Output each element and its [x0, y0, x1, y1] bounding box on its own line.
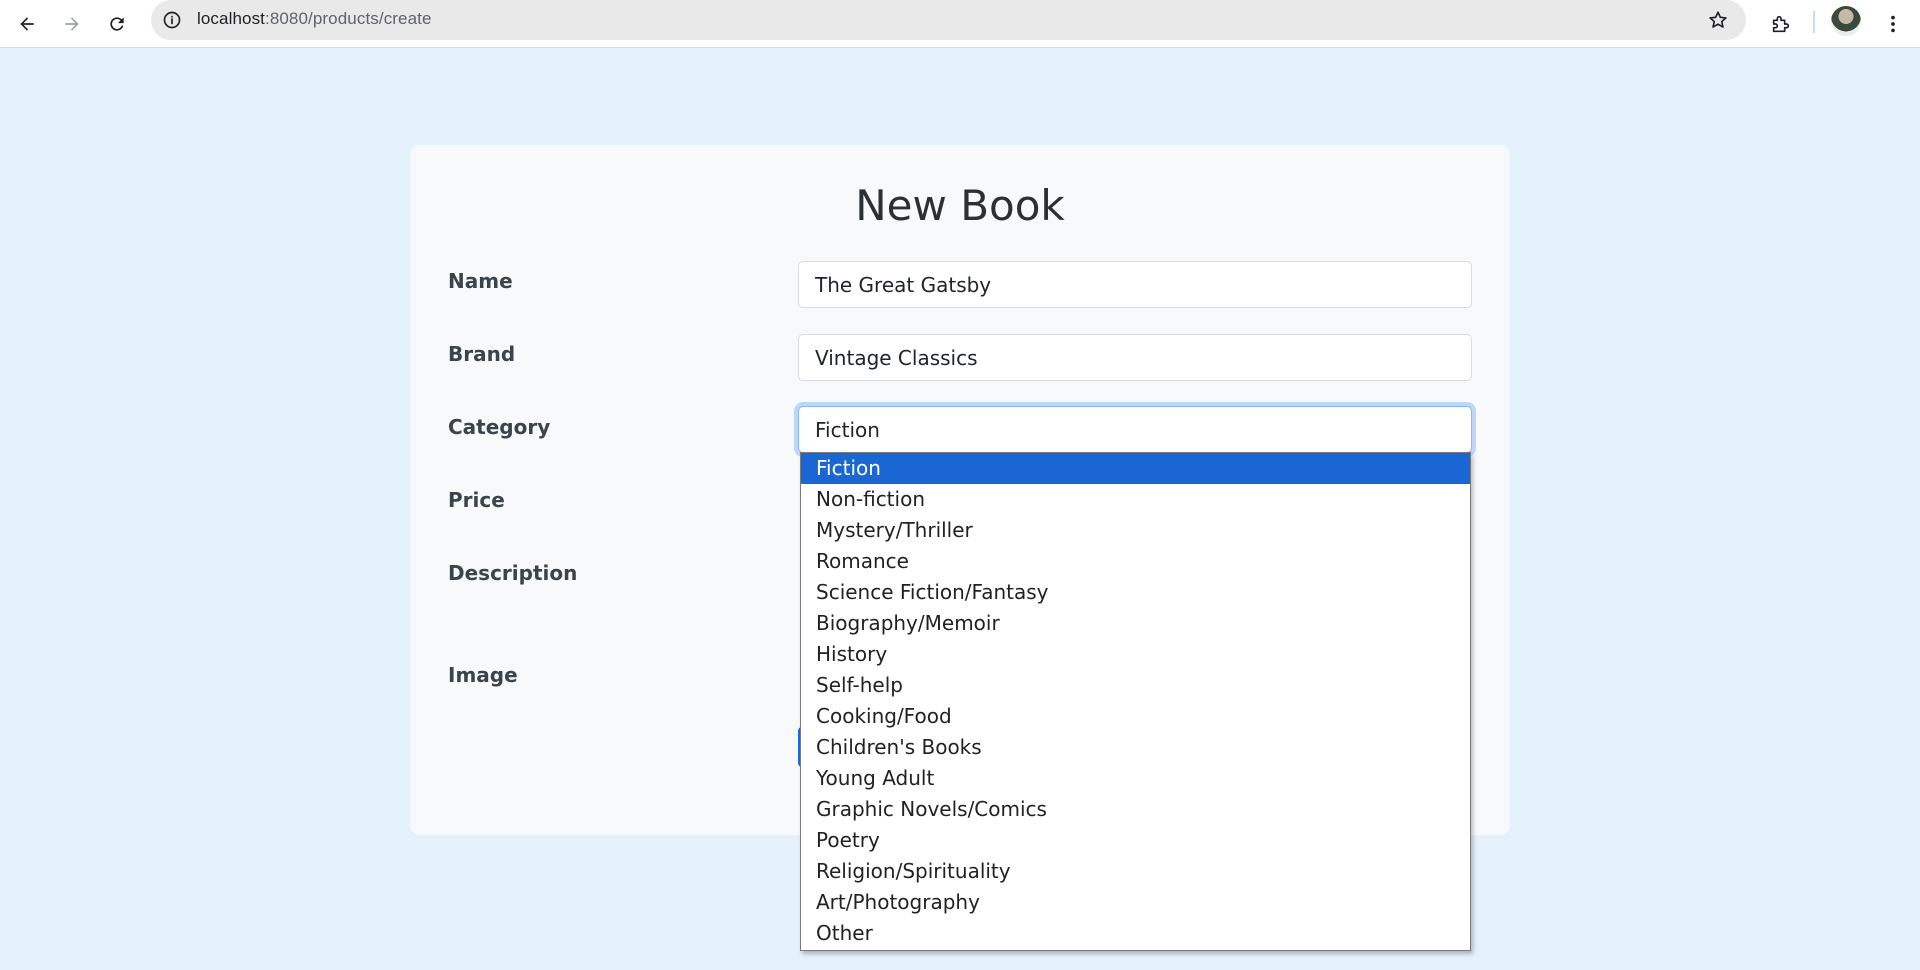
back-button[interactable] [9, 6, 45, 42]
dropdown-option-fiction[interactable]: Fiction [801, 453, 1470, 484]
description-label: Description [448, 561, 578, 585]
category-select[interactable]: Fiction [798, 406, 1472, 453]
dropdown-option-other[interactable]: Other [801, 918, 1470, 949]
dropdown-option-non-fiction[interactable]: Non-fiction [801, 484, 1470, 515]
image-label: Image [448, 663, 518, 687]
arrow-left-icon [20, 17, 34, 31]
dropdown-option-biography-memoir[interactable]: Biography/Memoir [801, 608, 1470, 639]
dropdown-option-religion-spirituality[interactable]: Religion/Spirituality [801, 856, 1470, 887]
dropdown-option-romance[interactable]: Romance [801, 546, 1470, 577]
dropdown-option-childrens-books[interactable]: Children's Books [801, 732, 1470, 763]
site-info-icon[interactable] [161, 9, 183, 31]
category-label: Category [448, 415, 551, 439]
page-title: New Book [855, 181, 1065, 230]
reload-button[interactable] [99, 6, 135, 42]
arrow-right-icon [65, 17, 79, 31]
dropdown-option-mystery-thriller[interactable]: Mystery/Thriller [801, 515, 1470, 546]
url-host: localhost [197, 9, 265, 28]
dropdown-option-young-adult[interactable]: Young Adult [801, 763, 1470, 794]
profile-avatar[interactable] [1831, 6, 1861, 36]
dropdown-option-history[interactable]: History [801, 639, 1470, 670]
reload-icon [110, 17, 124, 31]
brand-input-value: Vintage Classics [815, 345, 978, 370]
browser-toolbar: localhost:8080/products/create [0, 0, 1920, 48]
brand-input[interactable]: Vintage Classics [798, 334, 1472, 381]
forward-button[interactable] [54, 6, 90, 42]
more-menu-icon[interactable] [1875, 6, 1911, 42]
category-select-value: Fiction [815, 417, 880, 442]
name-label: Name [448, 269, 513, 293]
bookmark-star-icon[interactable] [1706, 8, 1730, 32]
price-label: Price [448, 488, 505, 512]
address-bar[interactable]: localhost:8080/products/create [151, 0, 1746, 40]
dropdown-option-science-fiction-fantasy[interactable]: Science Fiction/Fantasy [801, 577, 1470, 608]
dropdown-option-self-help[interactable]: Self-help [801, 670, 1470, 701]
dropdown-option-art-photography[interactable]: Art/Photography [801, 887, 1470, 918]
dropdown-option-cooking-food[interactable]: Cooking/Food [801, 701, 1470, 732]
name-input[interactable]: The Great Gatsby [798, 261, 1472, 308]
category-dropdown-list[interactable]: Fiction Non-fiction Mystery/Thriller Rom… [800, 452, 1471, 951]
dropdown-option-poetry[interactable]: Poetry [801, 825, 1470, 856]
url-path: :8080/products/create [265, 9, 432, 28]
toolbar-divider [1813, 11, 1815, 33]
dropdown-option-graphic-novels-comics[interactable]: Graphic Novels/Comics [801, 794, 1470, 825]
extensions-puzzle-icon[interactable] [1763, 6, 1799, 42]
name-input-value: The Great Gatsby [815, 272, 992, 297]
url-text: localhost:8080/products/create [197, 9, 432, 29]
brand-label: Brand [448, 342, 516, 366]
